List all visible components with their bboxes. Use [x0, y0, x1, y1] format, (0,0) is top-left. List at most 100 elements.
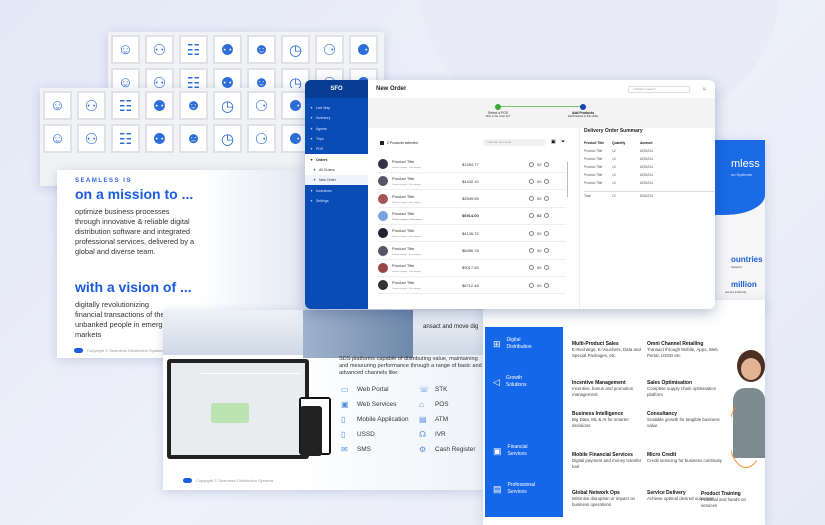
decrement-button[interactable]: [529, 265, 534, 271]
channel-label: SMS: [357, 446, 371, 453]
app-logo: SFO: [305, 80, 368, 98]
product-title: Product Title: [392, 228, 415, 234]
step-2-dot[interactable]: [580, 103, 586, 110]
channel-label: Mobile Application: [357, 416, 409, 423]
sidebar-item-new-order[interactable]: ✦ New Order: [305, 175, 368, 186]
compass-icon: ☺: [43, 91, 72, 120]
channel-icon: ▣: [341, 400, 349, 409]
product-thumbnail: [378, 193, 388, 204]
decrement-button[interactable]: [529, 196, 534, 202]
product-title: Product Title: [392, 176, 415, 182]
vision-heading: with a vision of ...: [75, 279, 192, 295]
filter-icon[interactable]: ⏷: [561, 139, 565, 145]
user-avatar-icon[interactable]: ☺: [702, 86, 707, 92]
team-clock-icon: ⚆: [315, 35, 344, 64]
summary-cell: 8234234: [640, 149, 653, 153]
increment-button[interactable]: [544, 230, 550, 236]
channel-sms: ✉ SMS: [341, 445, 371, 454]
clock-dashed-icon: ◷: [213, 91, 242, 120]
city-image: [303, 310, 413, 358]
summary-cell: Product Title: [584, 157, 603, 161]
product-row[interactable]: Product Title Product category · Sub cate…: [378, 277, 566, 295]
list-scrollbar[interactable]: [567, 162, 568, 197]
product-price: $1254.77: [462, 161, 479, 167]
category-icon: ▣: [493, 445, 502, 456]
nav-icon: ✦: [310, 126, 313, 131]
woman-photo: [731, 350, 765, 470]
summary-header: Product Title Quantity Amount: [584, 141, 714, 149]
copyright: Copyright © Seamless Distribution System…: [74, 348, 164, 353]
sidebar-item-all-orders[interactable]: ✦ All Orders: [305, 164, 368, 176]
stat-million-sub: served indirectly: [725, 290, 747, 294]
decrement-button[interactable]: [529, 161, 534, 167]
product-thumbnail: [378, 262, 388, 273]
product-row[interactable]: Product Title Product category · Sub cate…: [378, 173, 566, 191]
product-row[interactable]: Product Title Product category · Sub cate…: [378, 243, 566, 260]
platform-search-placeholder: Platform search: [634, 86, 656, 91]
platform-search-input[interactable]: ⌕ Platform search: [627, 85, 690, 93]
summary-cell: 8234234: [640, 173, 653, 177]
product-row[interactable]: Product Title Product category · Sub cate…: [378, 208, 566, 225]
sidebar-item-inventory[interactable]: ✦ Inventory: [305, 113, 368, 123]
seamless-logo: mless: [731, 158, 760, 170]
product-search-input[interactable]: ⌕ Search your seal: [483, 139, 546, 146]
channel-label: POS: [435, 401, 449, 408]
product-title: Product Title: [392, 210, 415, 216]
sidebar-item-agents[interactable]: ✦ Agents: [305, 124, 368, 134]
sidebar-item-incentives[interactable]: ✦ Incentives: [305, 185, 368, 195]
sidebar-item-trips[interactable]: ✦ Trips: [305, 134, 368, 144]
category-label: Professional Services: [507, 482, 536, 495]
summary-cell: 12: [612, 149, 616, 153]
summary-title: Delivery Order Summary: [584, 128, 643, 134]
summary-cell: 12: [612, 194, 616, 198]
service-item: Micro Credit Credit servicing for busines…: [647, 452, 723, 464]
increment-button[interactable]: [544, 161, 550, 167]
sidebar-item-label: New Order: [318, 178, 336, 183]
copyright-text: Copyright © Seamless Distribution System…: [87, 348, 165, 353]
product-row[interactable]: Product Title Product category · Sub cate…: [378, 191, 566, 208]
summary-cell: 8234234: [640, 181, 653, 185]
decrement-button[interactable]: [529, 230, 534, 236]
channel-label: Web Portal: [357, 386, 389, 393]
select-all-checkbox[interactable]: [380, 141, 384, 145]
product-row[interactable]: Product Title Product category · Sub cate…: [378, 156, 566, 173]
channel-icon: ✉: [341, 445, 348, 454]
channel-icon: ☏: [419, 385, 430, 394]
seamless-logo-sub: on Systems: [731, 172, 752, 177]
increment-button[interactable]: [544, 248, 550, 253]
decrement-button[interactable]: [529, 248, 534, 253]
sidebar-item-pos[interactable]: ✦ POS: [305, 144, 368, 154]
decrement-button[interactable]: [529, 282, 534, 288]
calendar-bell-icon: ⚆: [247, 91, 276, 120]
product-row[interactable]: Product Title Product category · Sub cate…: [378, 260, 566, 277]
kanban-icon: ⚇: [77, 91, 106, 120]
channel-label: STK: [435, 386, 448, 393]
channel-web-services: ▣ Web Services: [341, 400, 396, 409]
summary-row: Product Title 12 8234234: [584, 149, 714, 157]
increment-button[interactable]: [544, 178, 550, 184]
service-desc: Incentive, bonus and promotion managemen…: [572, 386, 634, 397]
timer-icon: ☺: [43, 124, 72, 153]
summary-cell: 12: [612, 173, 616, 177]
product-thumbnail: [378, 210, 388, 221]
decrement-button[interactable]: [529, 178, 534, 184]
product-row[interactable]: Product Title Product category · Sub cate…: [378, 225, 566, 243]
sidebar-item-live-map[interactable]: ✦ Live Map: [305, 103, 368, 113]
increment-button[interactable]: [544, 265, 550, 271]
product-title: Product Title: [392, 280, 415, 286]
increment-button[interactable]: [544, 196, 550, 202]
sidebar-item-settings[interactable]: ✦ Settings: [305, 196, 368, 206]
sfo-app-window: SFO ✦ Live Map ✦ Inventory ✦ Agents ✦ Trips ✦ POS…: [305, 80, 715, 309]
product-price: $4126.72: [462, 230, 479, 236]
product-category: Product category · Sub category: [392, 270, 421, 273]
channel-icon: ▭: [341, 385, 349, 394]
scan-icon[interactable]: ▣: [551, 139, 556, 145]
step-1-dot[interactable]: [495, 103, 501, 110]
increment-button[interactable]: [544, 213, 550, 219]
product-price: $4432.10: [462, 178, 479, 184]
step-2-subtitle: Add Products in this Order: [567, 115, 599, 118]
sidebar-item-orders[interactable]: ✦ Orders: [305, 154, 368, 165]
services-slide: transactions processed per year ⊞Digital…: [483, 300, 765, 525]
increment-button[interactable]: [544, 282, 550, 288]
decrement-button[interactable]: [529, 213, 534, 219]
